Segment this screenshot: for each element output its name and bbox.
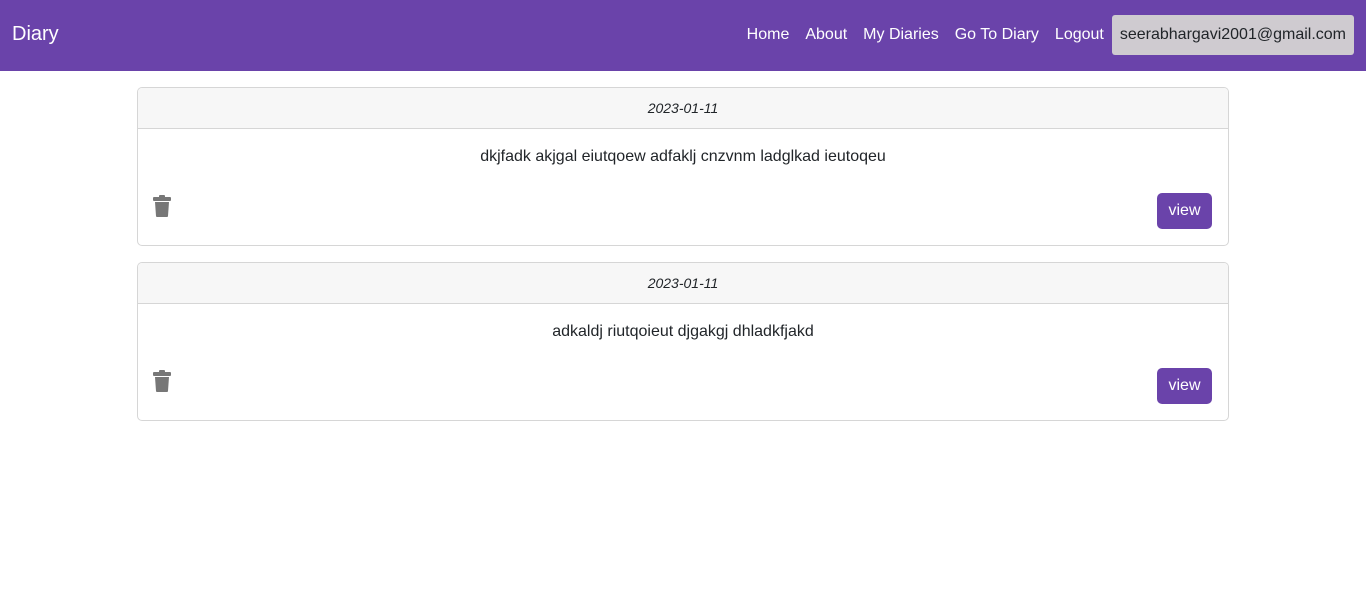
- trash-icon[interactable]: [153, 195, 171, 217]
- entry-date: 2023-01-11: [138, 88, 1228, 129]
- view-button[interactable]: view: [1157, 193, 1212, 229]
- diary-entry-card: 2023-01-11 dkjfadk akjgal eiutqoew adfak…: [137, 87, 1229, 246]
- nav-logout-link[interactable]: Logout: [1055, 26, 1104, 44]
- diary-entry-card: 2023-01-11 adkaldj riutqoieut djgakgj dh…: [137, 262, 1229, 421]
- brand-link[interactable]: Diary: [12, 23, 59, 46]
- entry-date: 2023-01-11: [138, 263, 1228, 304]
- nav-about-link[interactable]: About: [805, 26, 847, 44]
- entry-text: adkaldj riutqoieut djgakgj dhladkfjakd: [552, 323, 814, 340]
- entry-text: dkjfadk akjgal eiutqoew adfaklj cnzvnm l…: [480, 148, 886, 165]
- nav-home-link[interactable]: Home: [747, 26, 790, 44]
- trash-icon[interactable]: [153, 370, 171, 392]
- nav-go-to-diary-link[interactable]: Go To Diary: [955, 26, 1039, 44]
- user-email-badge: seerabhargavi2001@gmail.com: [1111, 15, 1354, 55]
- nav-my-diaries-link[interactable]: My Diaries: [863, 26, 939, 44]
- navbar: Diary Home About My Diaries Go To Diary …: [0, 0, 1366, 71]
- view-button[interactable]: view: [1157, 368, 1212, 404]
- nav-links: Home About My Diaries Go To Diary Logout…: [747, 15, 1354, 55]
